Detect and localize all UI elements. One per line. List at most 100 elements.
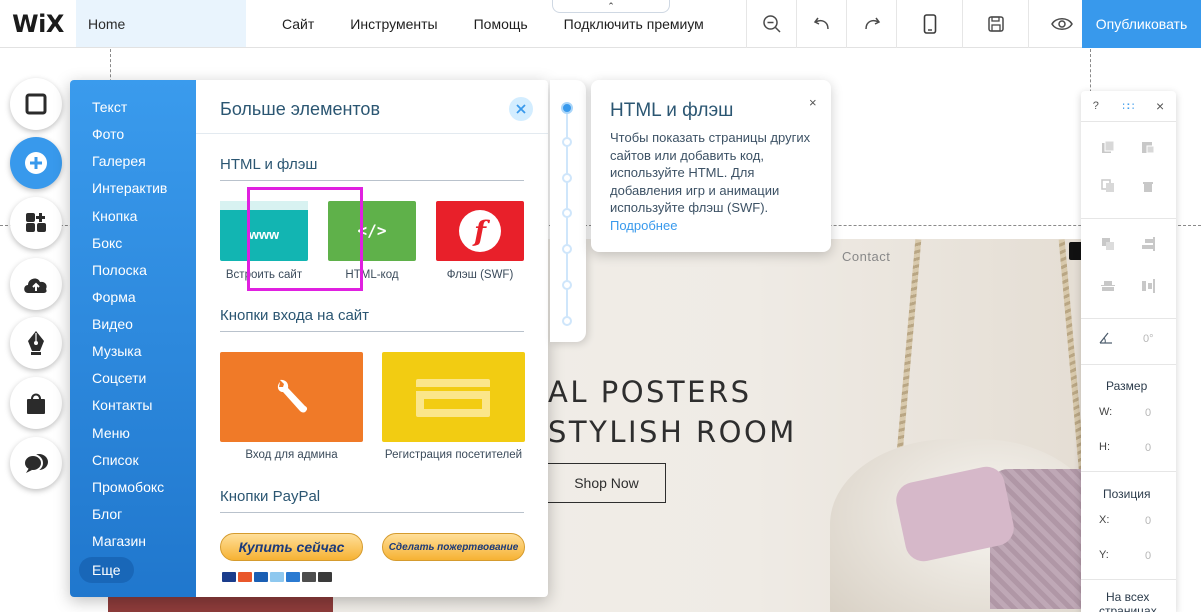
inspector-header: ? ∷∷ × [1081,91,1176,121]
menu-site[interactable]: Сайт [282,16,314,32]
blog-button[interactable] [10,317,62,369]
category-menu[interactable]: Меню [92,425,130,441]
rotate-icon[interactable] [1099,331,1113,345]
collapse-topbar-button[interactable]: ⌃ [552,0,670,13]
member-signup-label: Регистрация посетителей [384,449,523,461]
rail-dot[interactable] [562,316,572,326]
chat-button[interactable] [10,437,62,489]
category-contact[interactable]: Контакты [92,397,152,413]
category-strip[interactable]: Полоска [92,262,147,278]
category-text[interactable]: Текст [92,99,127,115]
page-selector[interactable]: Home [76,0,246,47]
height-value[interactable]: 0 [1145,442,1151,454]
category-music[interactable]: Музыка [92,343,142,359]
admin-login-tile[interactable] [220,352,363,442]
tooltip-close-button[interactable]: × [809,95,817,110]
category-video[interactable]: Видео [92,316,133,332]
category-interactive[interactable]: Интерактив [92,180,167,196]
rail-dot[interactable] [562,208,572,218]
apps-button[interactable] [10,197,62,249]
show-on-all-pages-label-2[interactable]: страницах [1099,604,1157,612]
add-button[interactable] [10,137,62,189]
width-value[interactable]: 0 [1145,407,1151,419]
category-more[interactable]: Еще [79,557,134,583]
flash-tile[interactable]: f [436,201,524,261]
delete-icon[interactable] [1141,179,1155,193]
y-value[interactable]: 0 [1145,550,1151,562]
category-store[interactable]: Магазин [92,533,146,549]
copy-icon[interactable] [1101,140,1115,154]
rail-dot[interactable] [561,102,573,114]
category-box[interactable]: Бокс [92,235,122,251]
menu-tools[interactable]: Инструменты [350,16,437,32]
category-social[interactable]: Соцсети [92,370,146,386]
save-button[interactable] [962,0,1028,48]
rail-dot[interactable] [562,137,572,147]
inspector-divider [1081,364,1176,365]
rail-dot[interactable] [562,280,572,290]
tooltip-text: Чтобы показать страницы других сайтов ил… [610,130,811,215]
category-form[interactable]: Форма [92,289,136,305]
category-image[interactable]: Фото [92,126,124,142]
hero-title[interactable]: AL POSTERS STYLISH ROOM [548,372,797,452]
learn-more-link[interactable]: Подробнее [610,218,677,233]
align-right-icon[interactable] [1141,237,1155,251]
background-button[interactable] [10,78,62,130]
admin-login-label: Вход для админа [245,449,338,461]
duplicate-icon[interactable] [1101,179,1115,193]
align-center-icon[interactable] [1101,279,1115,293]
help-button[interactable]: ? [1093,100,1099,112]
menu-upgrade[interactable]: Подключить премиум [564,16,704,32]
form-line [416,387,490,391]
wix-logo[interactable]: WiX [0,0,76,47]
inspector-close-button[interactable]: × [1156,98,1164,114]
mobile-view-button[interactable] [896,0,962,48]
mobile-view-icon [923,14,936,34]
panel-close-button[interactable] [509,97,533,121]
zoom-out-icon [762,15,781,33]
section-divider [220,180,524,181]
upload-icon [24,278,47,293]
tooltip-title: HTML и флэш [610,100,734,121]
show-on-all-pages-label[interactable]: На всех [1106,590,1149,604]
x-value[interactable]: 0 [1145,515,1151,527]
height-label: H: [1099,441,1110,453]
card-icon [238,572,252,582]
editor-tools [746,0,1094,48]
y-label: Y: [1099,549,1109,561]
drag-handle-icon[interactable]: ∷∷ [1122,100,1134,113]
rail-dot[interactable] [562,173,572,183]
category-blog[interactable]: Блог [92,506,122,522]
publish-button[interactable]: Опубликовать [1082,0,1201,48]
panel-title: Больше элементов [220,99,381,119]
distribute-icon[interactable] [1141,279,1155,293]
paste-icon[interactable] [1141,140,1155,154]
undo-button[interactable] [796,0,846,48]
paypal-donate-button[interactable]: Сделать пожертвование [382,533,525,561]
category-list-item[interactable]: Список [92,452,139,468]
hero-title-line1: AL POSTERS [548,375,752,409]
menu-help[interactable]: Помощь [474,16,528,32]
category-list: Текст Фото Галерея Интерактив Кнопка Бок… [70,80,196,597]
inspector-divider [1081,579,1176,580]
rail-dot[interactable] [562,244,572,254]
upload-button[interactable] [10,258,62,310]
undo-icon [813,17,829,30]
category-promobox[interactable]: Промобокс [92,479,164,495]
arrange-back-icon[interactable] [1101,237,1115,251]
hero-title-line2: STYLISH ROOM [548,415,797,449]
section-title-html: HTML и флэш [220,156,318,173]
top-bar: WiX Home Сайт Инструменты Помощь Подключ… [0,0,1201,48]
store-icon [27,393,45,414]
nav-contact[interactable]: Contact [842,249,890,264]
redo-button[interactable] [846,0,896,48]
zoom-out-button[interactable] [746,0,796,48]
category-button[interactable]: Кнопка [92,208,137,224]
redo-icon [864,17,880,30]
shop-now-button[interactable]: Shop Now [547,463,666,503]
member-signup-tile[interactable] [382,352,525,442]
paypal-buy-button[interactable]: Купить сейчас [220,533,363,561]
rotation-value[interactable]: 0° [1143,333,1154,345]
store-button[interactable] [10,377,62,429]
category-gallery[interactable]: Галерея [92,153,146,169]
